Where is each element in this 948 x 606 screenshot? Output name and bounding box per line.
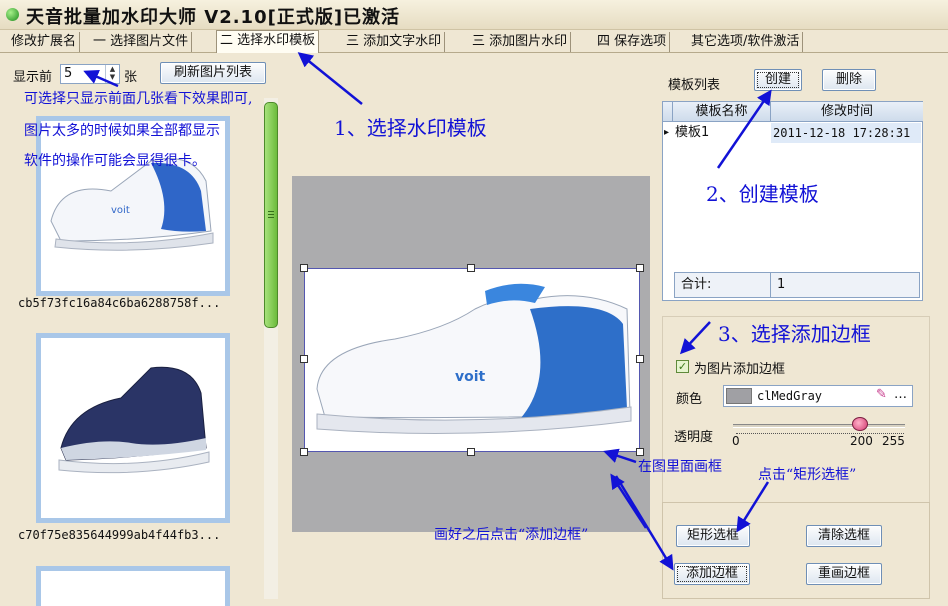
grid-indicator-header bbox=[663, 102, 673, 122]
color-label: 颜色 bbox=[676, 392, 703, 407]
refresh-image-list-button[interactable]: 刷新图片列表 bbox=[160, 62, 266, 84]
resize-handle-top-left[interactable] bbox=[300, 264, 308, 272]
template-row-time[interactable]: 2011-12-18 17:28:31 bbox=[771, 123, 921, 143]
tab-select-template[interactable]: 二 选择水印模板 bbox=[216, 30, 320, 53]
annotation-tip-line3: 软件的操作可能会显得很卡。 bbox=[24, 153, 206, 169]
color-swatch bbox=[726, 388, 752, 404]
annotation-draw-in-image: 在图里面画框 bbox=[638, 459, 722, 475]
clear-select-button[interactable]: 清除选框 bbox=[806, 525, 882, 547]
opacity-slider-knob[interactable] bbox=[852, 417, 868, 431]
total-label-box: 合计: bbox=[674, 272, 772, 298]
spinner-arrows-icon[interactable]: ▲ ▼ bbox=[105, 65, 119, 83]
total-value: 1 bbox=[777, 277, 786, 292]
thumbnail-1[interactable]: voit bbox=[36, 116, 230, 296]
tab-rename-extension[interactable]: 修改扩展名 bbox=[8, 32, 81, 52]
annotation-click-rect: 点击“矩形选框” bbox=[758, 467, 857, 483]
resize-handle-top-right[interactable] bbox=[636, 264, 644, 272]
annotation-tip-line2: 图片太多的时候如果全部都显示 bbox=[24, 123, 220, 139]
thumbnail-3[interactable] bbox=[36, 566, 230, 606]
opacity-slider-track[interactable] bbox=[733, 424, 905, 428]
total-value-box: 1 bbox=[770, 272, 920, 298]
rect-select-button[interactable]: 矩形选框 bbox=[676, 525, 750, 547]
tab-save-options[interactable]: 四 保存选项 bbox=[594, 32, 671, 52]
title-bar: 天音批量加水印大师 V2.10[正式版]已激活 bbox=[0, 0, 948, 30]
slider-ticks bbox=[736, 433, 904, 437]
template-row-name[interactable]: 模板1 bbox=[675, 123, 769, 143]
scrollbar-thumb[interactable] bbox=[264, 102, 278, 328]
thumbnail-2[interactable] bbox=[36, 333, 230, 523]
tab-select-images[interactable]: 一 选择图片文件 bbox=[90, 32, 193, 52]
opacity-label: 透明度 bbox=[674, 430, 714, 445]
add-border-checkbox[interactable]: ✓ bbox=[676, 360, 689, 373]
add-border-label: 为图片添加边框 bbox=[694, 362, 786, 377]
svg-text:voit: voit bbox=[455, 369, 486, 385]
annotation-after-draw: 画好之后点击“添加边框” bbox=[434, 527, 589, 543]
resize-handle-right[interactable] bbox=[636, 355, 644, 363]
resize-handle-left[interactable] bbox=[300, 355, 308, 363]
sneaker-image: voit bbox=[316, 283, 632, 434]
window-title: 天音批量加水印大师 V2.10[正式版]已激活 bbox=[26, 7, 401, 28]
tab-other-activation[interactable]: 其它选项/软件激活 bbox=[688, 32, 804, 52]
slider-value: 200 bbox=[850, 434, 873, 448]
resize-handle-top[interactable] bbox=[467, 264, 475, 272]
color-picker[interactable]: clMedGray ✎ … bbox=[723, 385, 913, 407]
svg-text:voit: voit bbox=[111, 205, 130, 216]
template-list-label: 模板列表 bbox=[668, 78, 721, 93]
sneaker-image bbox=[58, 366, 210, 474]
annotation-step3: 3、选择添加边框 bbox=[718, 322, 871, 346]
row-indicator-icon: ▸ bbox=[664, 127, 670, 138]
eyedropper-icon[interactable]: ✎ bbox=[876, 387, 887, 402]
more-icon[interactable]: … bbox=[894, 387, 907, 402]
app-icon bbox=[6, 8, 19, 21]
slider-max: 255 bbox=[882, 434, 905, 448]
show-first-label: 显示前 bbox=[13, 70, 53, 85]
show-count-value: 5 bbox=[64, 66, 73, 81]
annotation-tip-line1: 可选择只显示前面几张看下效果即可, bbox=[24, 91, 253, 107]
preview-image[interactable]: voit bbox=[304, 268, 640, 452]
total-label: 合计: bbox=[681, 277, 712, 292]
tab-text-watermark[interactable]: 三 添加文字水印 bbox=[343, 32, 446, 52]
tab-image-watermark[interactable]: 三 添加图片水印 bbox=[469, 32, 572, 52]
redraw-border-button[interactable]: 重画边框 bbox=[806, 563, 882, 585]
unit-label: 张 bbox=[124, 70, 138, 85]
sneaker-image: voit bbox=[50, 158, 214, 251]
resize-handle-bottom-left[interactable] bbox=[300, 448, 308, 456]
slider-min: 0 bbox=[732, 434, 740, 448]
resize-handle-bottom[interactable] bbox=[467, 448, 475, 456]
show-count-spinner[interactable]: 5 ▲ ▼ bbox=[60, 64, 120, 84]
thumbnail-2-filename: c70f75e835644999ab4f44fb3... bbox=[18, 528, 221, 542]
grid-header-time[interactable]: 修改时间 bbox=[771, 102, 923, 122]
annotation-step1: 1、选择水印模板 bbox=[334, 116, 487, 140]
thumbnail-1-filename: cb5f73fc16a84c6ba6288758f... bbox=[18, 296, 221, 310]
grid-header-name[interactable]: 模板名称 bbox=[673, 102, 771, 122]
create-template-button[interactable]: 创建 bbox=[754, 69, 802, 91]
tab-bar: 修改扩展名 一 选择图片文件 二 选择水印模板 三 添加文字水印 三 添加图片水… bbox=[0, 30, 948, 53]
add-border-button[interactable]: 添加边框 bbox=[674, 563, 750, 585]
annotation-step2: 2、创建模板 bbox=[706, 182, 819, 206]
delete-template-button[interactable]: 删除 bbox=[822, 69, 876, 91]
color-value: clMedGray bbox=[757, 389, 823, 403]
resize-handle-bottom-right[interactable] bbox=[636, 448, 644, 456]
